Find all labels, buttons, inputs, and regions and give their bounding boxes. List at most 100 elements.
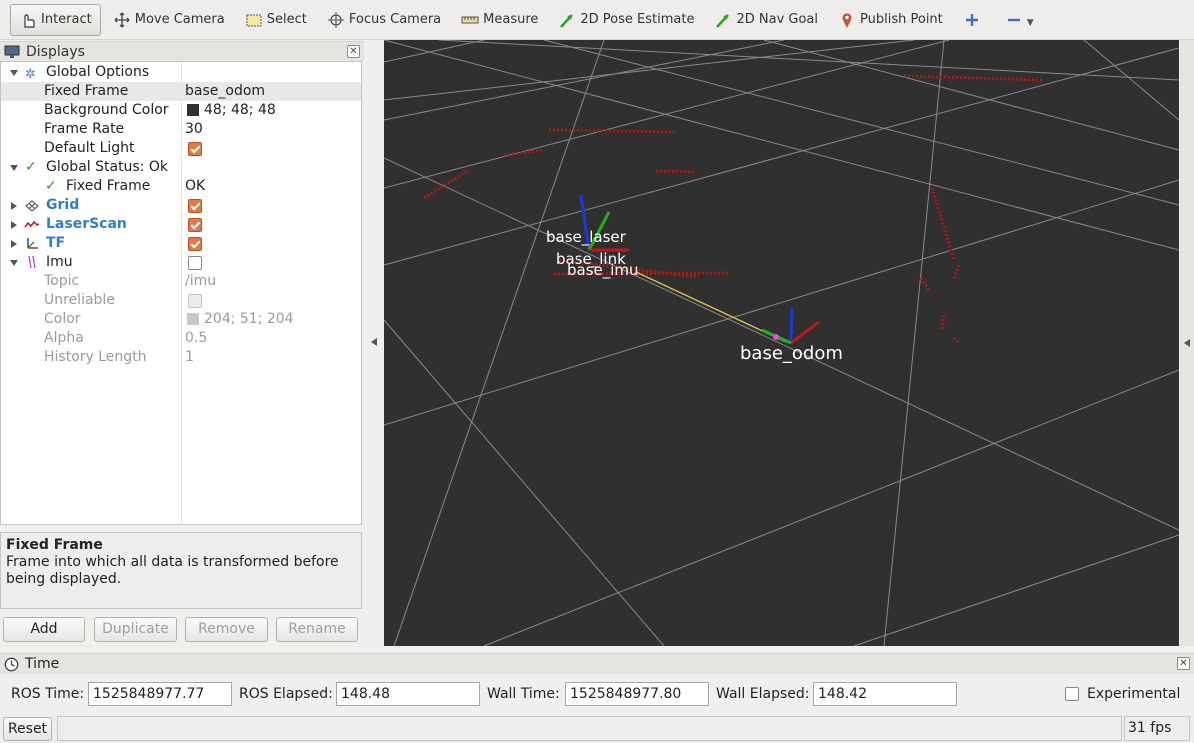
add-tool-button[interactable]: [955, 4, 993, 36]
tree-row-frame-rate[interactable]: Frame Rate 30: [1, 120, 361, 139]
imu-enabled-checkbox[interactable]: [188, 256, 202, 270]
color-swatch[interactable]: [187, 313, 199, 325]
unreliable-checkbox[interactable]: [188, 294, 202, 308]
expand-arrow-icon[interactable]: [11, 221, 17, 229]
tree-row-label: History Length: [44, 349, 147, 365]
tool-publish-point[interactable]: Publish Point: [830, 4, 951, 36]
tree-row-history-length[interactable]: History Length 1: [1, 348, 361, 367]
tool-2d-nav-goal[interactable]: 2D Nav Goal: [706, 4, 826, 36]
time-panel: Time ✕ ROS Time: 1525848977.77 ROS Elaps…: [0, 653, 1194, 713]
ros-time-field[interactable]: 1525848977.77: [88, 682, 232, 706]
odom-marker: [773, 334, 779, 340]
tool-interact[interactable]: Interact: [10, 3, 101, 36]
history-length-value[interactable]: 1: [185, 348, 194, 367]
experimental-checkbox[interactable]: [1065, 687, 1079, 701]
tree-row-alpha[interactable]: Alpha 0.5: [1, 329, 361, 348]
close-icon[interactable]: ✕: [347, 45, 360, 58]
rename-button[interactable]: Rename: [276, 617, 358, 642]
tree-row-label: Grid: [46, 197, 80, 213]
tree-row-color[interactable]: Color 204; 51; 204: [1, 310, 361, 329]
remove-button[interactable]: Remove: [185, 617, 268, 642]
status-bar: Reset 31 fps: [0, 714, 1194, 743]
tree-row-tf[interactable]: TF: [1, 234, 361, 253]
tool-move-camera[interactable]: Move Camera: [105, 4, 233, 36]
tool-label: 2D Pose Estimate: [580, 12, 695, 27]
render-viewport[interactable]: base_laser base_link base_imu base_odom: [384, 40, 1179, 646]
add-button[interactable]: Add: [3, 617, 85, 642]
close-icon[interactable]: ✕: [1177, 657, 1190, 670]
tree-row-label: Unreliable: [44, 292, 115, 308]
chevron-down-icon: ▼: [1026, 17, 1034, 28]
wall-elapsed-field[interactable]: 148.42: [813, 682, 957, 706]
displays-header: Displays ✕: [0, 41, 364, 61]
tree-row-global-options[interactable]: ✲ Global Options: [1, 63, 361, 82]
remove-tool-button[interactable]: ▼: [997, 4, 1042, 36]
color-swatch[interactable]: [187, 104, 199, 116]
expand-arrow-icon[interactable]: [11, 202, 17, 210]
expand-arrow-icon[interactable]: [10, 70, 18, 76]
map-pin-icon: [838, 11, 856, 29]
clock-icon: [4, 657, 19, 672]
displays-panel: Displays ✕ ✲ Global Options Fixed Frame …: [0, 41, 364, 653]
fixed-frame-status-value: OK: [185, 178, 206, 194]
tree-row-label: Fixed Frame: [66, 178, 151, 194]
tree-row-label: Global Options: [46, 64, 150, 80]
tree-row-imu[interactable]: Imu: [1, 253, 361, 272]
reset-button[interactable]: Reset: [3, 717, 52, 741]
move-camera-icon: [113, 11, 131, 29]
tree-row-default-light[interactable]: Default Light: [1, 139, 361, 158]
laserscan-points: [423, 74, 1045, 345]
wall-time-field[interactable]: 1525848977.80: [565, 682, 709, 706]
wall-time-label: Wall Time:: [487, 686, 560, 702]
tool-measure[interactable]: Measure: [453, 4, 546, 36]
time-header: Time ✕: [0, 654, 1194, 674]
tree-row-unreliable[interactable]: Unreliable: [1, 291, 361, 310]
description-text: Frame into which all data is transformed…: [6, 554, 339, 587]
fixed-frame-value[interactable]: base_odom: [185, 82, 265, 101]
tool-label: Select: [266, 12, 307, 27]
displays-tree: ✲ Global Options Fixed Frame base_odom B…: [0, 61, 362, 525]
duplicate-button[interactable]: Duplicate: [94, 617, 177, 642]
ros-time-label: ROS Time:: [11, 686, 85, 702]
ruler-icon: [461, 11, 479, 29]
description-title: Fixed Frame: [6, 537, 103, 553]
ros-elapsed-label: ROS Elapsed:: [239, 686, 333, 702]
tool-2d-pose-estimate[interactable]: 2D Pose Estimate: [550, 4, 702, 36]
tree-row-label: Frame Rate: [44, 121, 125, 137]
tree-row-laserscan[interactable]: LaserScan: [1, 215, 361, 234]
tree-row-grid[interactable]: Grid: [1, 196, 361, 215]
alpha-value[interactable]: 0.5: [185, 329, 207, 348]
tree-row-label: Topic: [44, 273, 80, 289]
tree-row-background-color[interactable]: Background Color 48; 48; 48: [1, 101, 361, 120]
collapse-right-handle[interactable]: [1184, 339, 1190, 347]
expand-arrow-icon[interactable]: [11, 240, 17, 248]
laserscan-enabled-checkbox[interactable]: [188, 218, 202, 232]
ros-elapsed-field[interactable]: 148.48: [336, 682, 480, 706]
collapse-left-handle[interactable]: [371, 338, 377, 346]
checkmark-icon: ✓: [25, 159, 37, 175]
grid-enabled-checkbox[interactable]: [188, 199, 202, 213]
tf-enabled-checkbox[interactable]: [188, 237, 202, 251]
tree-row-fixed-frame-status[interactable]: ✓ Fixed Frame OK: [1, 177, 361, 196]
topic-value[interactable]: /imu: [185, 272, 216, 291]
background-color-value[interactable]: 48; 48; 48: [204, 101, 276, 120]
imu-color-value[interactable]: 204; 51; 204: [204, 310, 294, 329]
default-light-checkbox[interactable]: [188, 142, 202, 156]
frame-rate-value[interactable]: 30: [185, 120, 203, 139]
display-buttons: Add Duplicate Remove Rename: [0, 617, 364, 643]
tree-row-label: LaserScan: [46, 216, 127, 232]
expand-arrow-icon[interactable]: [10, 260, 18, 266]
tool-label: 2D Nav Goal: [736, 12, 819, 27]
tree-row-fixed-frame[interactable]: Fixed Frame base_odom: [1, 82, 361, 101]
tool-select[interactable]: Select: [237, 4, 315, 36]
tool-focus-camera[interactable]: Focus Camera: [319, 4, 449, 36]
tree-row-topic[interactable]: Topic /imu: [1, 272, 361, 291]
tool-label: Interact: [41, 12, 92, 27]
time-title: Time: [25, 656, 60, 672]
right-panel-handle[interactable]: [1180, 40, 1194, 646]
status-message-area: [57, 716, 1122, 741]
tree-row-global-status[interactable]: ✓ Global Status: Ok: [1, 158, 361, 177]
green-arrow-icon: [714, 11, 732, 29]
expand-arrow-icon[interactable]: [10, 165, 18, 171]
minus-icon: [1005, 11, 1023, 29]
